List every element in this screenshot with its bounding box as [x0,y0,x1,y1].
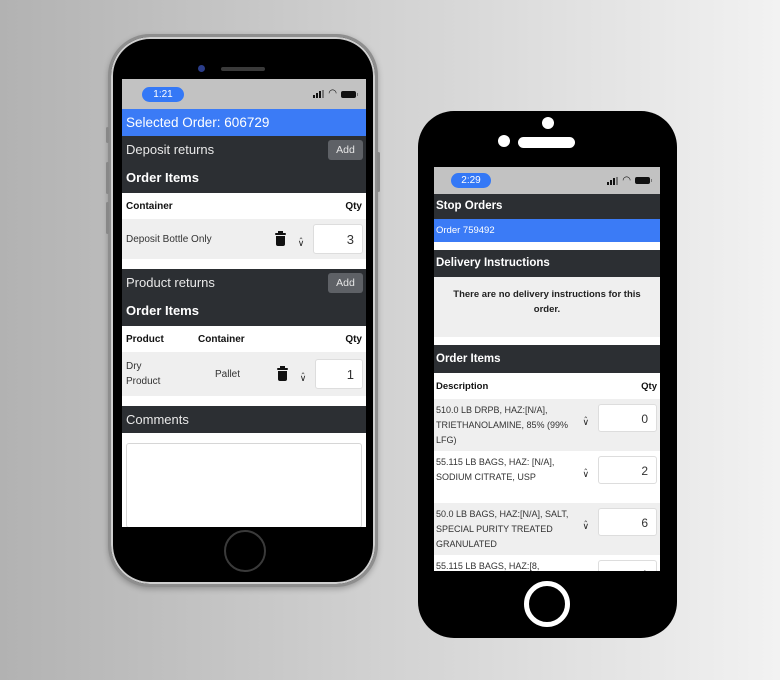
order-items-header: Order Items [434,345,660,373]
deposit-qty-input[interactable]: 3 [313,224,363,254]
container-name: Pallet [214,368,240,380]
qty-stepper[interactable]: ‸∨ [580,461,592,479]
column-container: Container [198,333,245,345]
status-bar: 1:21 ◠ [122,79,366,109]
delete-item-icon[interactable] [275,230,286,246]
selected-order-banner: Selected Order: 606729 [122,109,366,136]
order-item-row: 55.115 LB BAGS, HAZ:[8, UN3253], SODIUM … [434,555,660,571]
product-item-row: Dry Product Pallet ‸ ∨ 1 [122,352,366,396]
cellular-signal-icon [607,176,619,185]
cellular-signal-icon [313,90,325,98]
screen-right: 2:29 ◠ Stop Orders Order 759492 Delivery… [434,167,660,571]
qty-stepper[interactable]: ‸ ∨ [295,230,307,248]
item-description: 50.0 LB BAGS, HAZ:[N/A], SALT, SPECIAL P… [436,509,569,549]
stepper-down-icon[interactable]: ∨ [583,418,590,427]
column-container: Container [126,200,173,212]
battery-icon [341,90,358,98]
qty-stepper[interactable]: ‸ ∨ [297,365,309,383]
product-qty-input[interactable]: 1 [315,359,363,389]
stepper-up-icon[interactable]: ‸ [584,565,587,572]
delivery-instructions-message: There are no delivery instructions for t… [434,277,660,337]
column-description: Description [436,380,489,392]
status-time: 1:21 [142,86,184,102]
stepper-down-icon[interactable]: ∨ [300,374,307,383]
add-product-return-button[interactable]: Add [328,272,363,293]
stop-orders-header: Stop Orders [434,194,660,219]
order-list-item[interactable]: Order 759492 [434,219,660,242]
screen-left: 1:21 ◠ Selected Order: 606729 Deposit re… [122,79,366,527]
item-qty-input[interactable]: 1 [597,560,657,571]
wifi-icon: ◠ [622,174,631,186]
item-description: 55.115 LB BAGS, HAZ:[8, UN3253], SODIUM [436,561,540,571]
earpiece-speaker [518,137,575,148]
deposit-order-items-title: Order Items [126,170,199,185]
order-item-row: 510.0 LB DRPB, HAZ:[N/A], TRIETHANOLAMIN… [434,399,660,451]
stepper-down-icon[interactable]: ∨ [583,470,590,479]
proximity-sensor [498,135,510,147]
column-qty: Qty [641,380,657,392]
qty-stepper[interactable]: ‸∨ [580,409,592,427]
qty-stepper[interactable]: ‸∨ [580,565,592,572]
column-qty: Qty [345,200,362,212]
delete-item-icon[interactable] [277,365,288,381]
column-qty: Qty [345,333,362,345]
home-button[interactable] [224,530,266,572]
qty-stepper[interactable]: ‸∨ [580,513,592,531]
home-button[interactable] [524,581,570,627]
product-table-header: Product Container Qty [122,326,366,352]
stepper-down-icon[interactable]: ∨ [583,522,590,531]
phone-left: 1:21 ◠ Selected Order: 606729 Deposit re… [106,34,380,587]
deposit-item-row: Deposit Bottle Only ‸ ∨ 3 [122,219,366,259]
status-bar: 2:29 ◠ [434,167,660,194]
wifi-icon: ◠ [328,88,337,99]
item-description: 510.0 LB DRPB, HAZ:[N/A], TRIETHANOLAMIN… [436,405,569,445]
product-returns-title: Product returns [126,275,215,290]
mute-switch [106,127,109,143]
product-name: Dry Product [126,361,161,387]
deposit-table-header: Container Qty [122,193,366,219]
container-name: Deposit Bottle Only [126,233,212,245]
phone-right: 2:29 ◠ Stop Orders Order 759492 Delivery… [418,111,677,638]
product-order-items-title: Order Items [126,303,199,318]
power-button [377,152,380,192]
comments-header: Comments [122,406,366,433]
status-time: 2:29 [451,173,491,188]
order-item-row: 55.115 LB BAGS, HAZ: [N/A], SODIUM CITRA… [434,451,660,503]
column-product: Product [126,333,164,345]
item-qty-input[interactable]: 6 [597,508,657,536]
battery-icon [635,177,652,184]
front-camera [542,117,554,129]
volume-down-button [106,202,109,234]
comments-title: Comments [126,412,189,427]
front-camera [198,65,205,72]
add-deposit-return-button[interactable]: Add [328,139,363,160]
item-qty-input[interactable]: 2 [597,456,657,484]
earpiece-speaker [221,67,265,71]
comments-textarea[interactable] [126,443,362,527]
order-items-table-header: Description Qty [434,373,660,399]
item-description: 55.115 LB BAGS, HAZ: [N/A], SODIUM CITRA… [436,457,555,482]
delivery-instructions-header: Delivery Instructions [434,250,660,277]
order-item-row: 50.0 LB BAGS, HAZ:[N/A], SALT, SPECIAL P… [434,503,660,555]
item-qty-input[interactable]: 0 [597,404,657,432]
product-returns-header: Product returns Add [122,269,366,296]
deposit-returns-header: Deposit returns Add [122,136,366,163]
stepper-down-icon[interactable]: ∨ [298,239,305,248]
volume-up-button [106,162,109,194]
deposit-returns-title: Deposit returns [126,142,215,157]
